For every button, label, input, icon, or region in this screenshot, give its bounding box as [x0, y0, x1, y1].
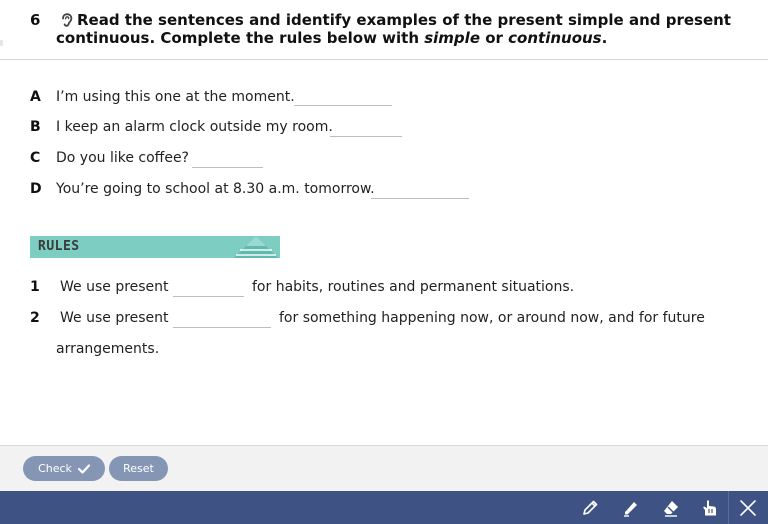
sentence-letter: D: [30, 181, 42, 197]
exercise-number: 6: [30, 11, 41, 29]
instruction-text: Read the sentences and identify examples…: [56, 11, 756, 47]
rule-answer-field-2[interactable]: [173, 306, 271, 328]
sentence-letter: B: [30, 119, 41, 135]
sentence-text: I’m using this one at the moment.: [56, 89, 295, 105]
checkmark-icon: [77, 463, 90, 474]
rules-banner: RULES: [30, 236, 280, 258]
answer-field-c[interactable]: [192, 146, 263, 168]
answer-field-b[interactable]: [330, 115, 402, 137]
check-button[interactable]: Check: [23, 456, 105, 481]
sentence-text: I keep an alarm clock outside my room.: [56, 119, 333, 135]
instruction-part: Read the sentences and identify examples…: [56, 11, 731, 47]
instruction-emphasis-simple: simple: [424, 29, 480, 47]
rule-text-before: We use present: [60, 279, 169, 295]
instruction-part: .: [601, 29, 608, 47]
reset-button-label: Reset: [123, 462, 154, 475]
rule-answer-field-1[interactable]: [173, 275, 244, 297]
pencil-icon[interactable]: [579, 497, 601, 519]
rule-text-after: for habits, routines and permanent situa…: [252, 279, 575, 295]
rules-banner-label: RULES: [38, 239, 80, 254]
hand-pointer-icon[interactable]: [699, 497, 721, 519]
header-edge-mark: [0, 40, 3, 46]
toolbar-divider: [728, 491, 729, 524]
instruction-emphasis-continuous: continuous: [508, 29, 602, 47]
close-icon[interactable]: [737, 497, 759, 519]
highlighter-icon[interactable]: [620, 497, 642, 519]
exercise-header: 6 Read the sentences and identify exampl…: [0, 0, 768, 60]
eraser-icon[interactable]: [660, 497, 682, 519]
answer-field-d[interactable]: [371, 177, 469, 199]
sentence-text: You’re going to school at 8.30 a.m. tomo…: [56, 181, 375, 197]
rule-text-continuation: arrangements.: [56, 341, 160, 357]
instruction-part: or: [480, 29, 509, 47]
rule-text-before: We use present: [60, 310, 169, 326]
sentence-letter: A: [30, 89, 41, 105]
annotation-toolbar: [0, 491, 768, 524]
sentence-text: Do you like coffee?: [56, 150, 189, 166]
rule-number: 1: [30, 279, 40, 295]
rule-text-after: for something happening now, or around n…: [279, 310, 705, 326]
pyramid-decoration-icon: [234, 236, 278, 258]
action-bar: Check Reset: [0, 445, 768, 491]
reset-button[interactable]: Reset: [109, 456, 168, 481]
answer-field-a[interactable]: [294, 84, 392, 106]
rule-number: 2: [30, 310, 40, 326]
check-button-label: Check: [38, 462, 72, 475]
sentence-letter: C: [30, 150, 41, 166]
